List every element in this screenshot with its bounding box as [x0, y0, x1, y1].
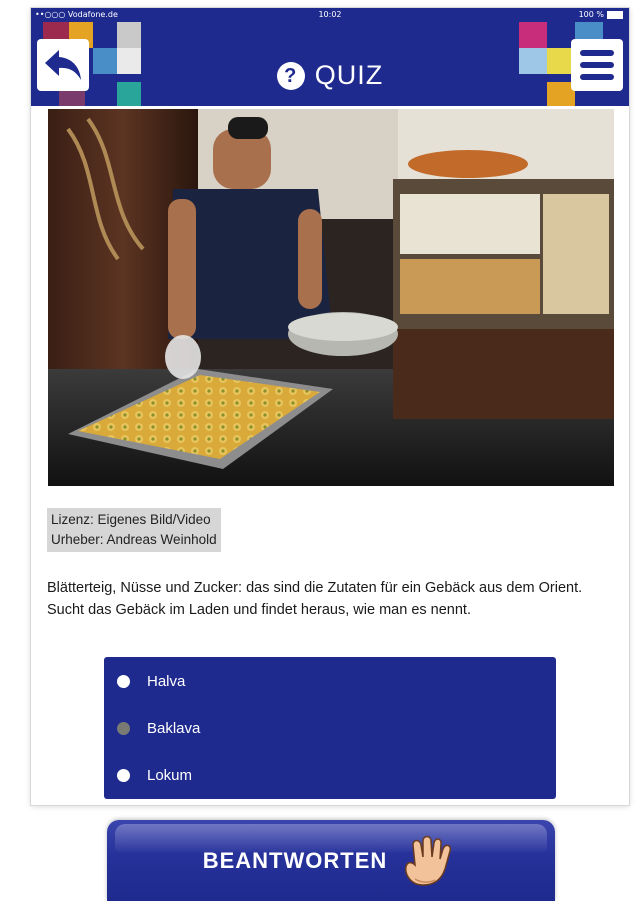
question-line: Blätterteig, Nüsse und Zucker: das sind … [47, 580, 583, 596]
answer-option-baklava[interactable]: Baklava [104, 708, 556, 748]
header-tile [93, 22, 117, 48]
battery-indicator: 100 % [579, 8, 623, 22]
radio-icon[interactable] [117, 674, 130, 688]
page-title-text: QUIZ [314, 60, 384, 90]
radio-selected-icon[interactable] [117, 721, 130, 735]
header-tile [117, 22, 141, 48]
menu-button[interactable] [571, 39, 623, 91]
answer-label: Baklava [147, 719, 201, 737]
pointing-hand-icon [405, 835, 452, 886]
answer-label: Lokum [147, 766, 193, 784]
author-line: Urheber: Andreas Weinhold [51, 532, 217, 547]
page-title: ? QUIZ [31, 60, 629, 91]
answer-option-halva[interactable]: Halva [104, 661, 556, 701]
clock-text: 10:02 [318, 10, 342, 19]
license-info: Lizenz: Eigenes Bild/Video Urheber: Andr… [47, 508, 221, 552]
question-line: Sucht das Gebäck im Laden und findet her… [47, 602, 471, 618]
answer-label: Halva [147, 672, 186, 690]
battery-text: 100 % [578, 10, 604, 19]
back-arrow-icon [45, 50, 81, 80]
app-frame: ••○○○ Vodafone.de 10:02 100 % ? QUIZ Liz… [31, 8, 629, 805]
battery-icon [607, 10, 623, 19]
answer-option-lokum[interactable]: Lokum [104, 755, 556, 795]
submit-label: BEANTWORTEN [202, 847, 388, 873]
question-text: Blätterteig, Nüsse und Zucker: das sind … [47, 577, 607, 621]
answer-options: Halva Baklava Lokum [104, 657, 556, 799]
baklava-photo [48, 109, 614, 486]
quiz-photo [48, 109, 614, 486]
question-circle-icon: ? [276, 61, 305, 90]
hamburger-menu-icon [580, 50, 614, 80]
submit-answer-button[interactable]: BEANTWORTEN [107, 820, 555, 901]
header-tile [519, 22, 547, 48]
radio-icon[interactable] [117, 768, 130, 782]
status-bar: ••○○○ Vodafone.de 10:02 100 % [31, 8, 629, 22]
back-button[interactable] [37, 39, 89, 91]
header-bar: ? QUIZ [31, 22, 629, 106]
license-line: Lizenz: Eigenes Bild/Video [51, 512, 211, 527]
